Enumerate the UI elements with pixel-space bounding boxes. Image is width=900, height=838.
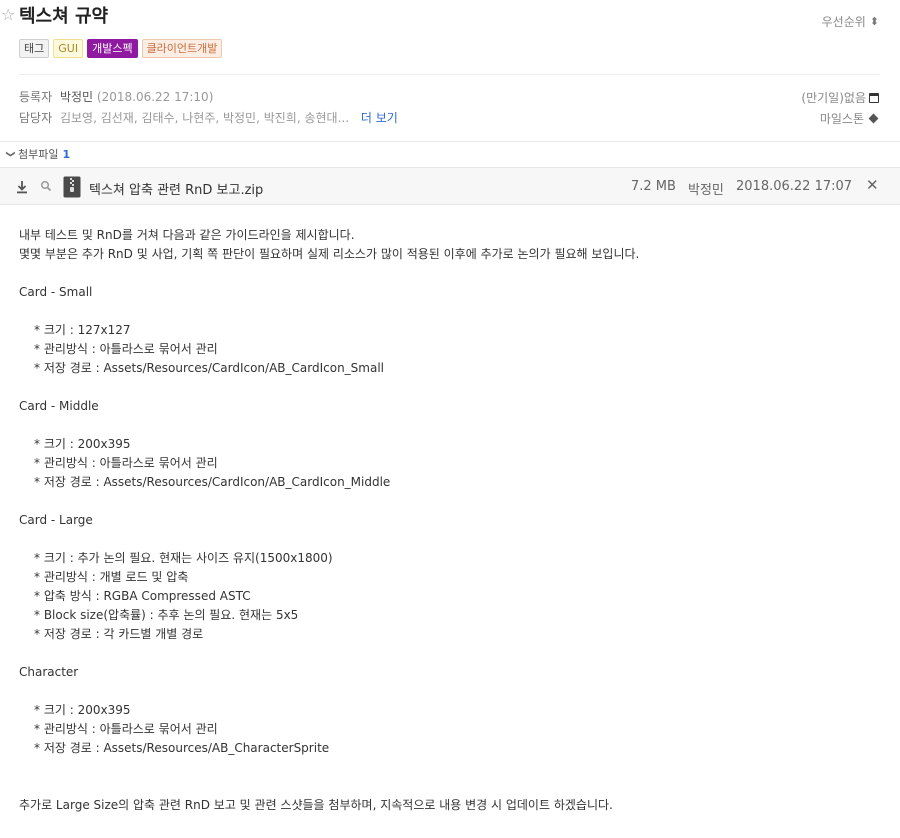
- divider: [19, 74, 880, 75]
- list-item: * Block size(압축률) : 추후 논의 필요. 현재는 5x5: [34, 608, 299, 622]
- list-item: * 관리방식 : 개별 로드 및 압축: [34, 570, 189, 584]
- chevron-down-icon: ❯: [5, 150, 15, 158]
- attachment-date: 2018.06.22 17:07: [736, 179, 853, 194]
- list-item: * 크기 : 200x395: [34, 437, 131, 451]
- registrant-label: 등록자: [19, 90, 53, 104]
- tag-chip[interactable]: 개발스펙: [87, 39, 138, 58]
- tag-list: 태그 GUI 개발스펙 클라이언트개발: [19, 39, 223, 58]
- body-text: 추가로 Large Size의 압축 관련 RnD 보고 및 관련 스샷들을 첨…: [19, 798, 613, 812]
- attachment-file-name[interactable]: 텍스쳐 압축 관련 RnD 보고.zip: [89, 179, 263, 198]
- list-item: * 크기 : 200x395: [34, 703, 131, 717]
- list-item: * 관리방식 : 아틀라스로 묶어서 관리: [34, 342, 218, 356]
- due-date-label: (만기일)없음: [801, 91, 866, 105]
- more-assignees-link[interactable]: 더 보기: [361, 111, 398, 125]
- divider: [0, 141, 900, 142]
- issue-body: 내부 테스트 및 RnD를 거쳐 다음과 같은 가이드라인을 제시합니다. 몇몇…: [19, 226, 879, 815]
- zip-file-icon: [63, 176, 81, 198]
- list-item: * 저장 경로 : Assets/Resources/CardIcon/AB_C…: [34, 361, 385, 375]
- body-text: 내부 테스트 및 RnD를 거쳐 다음과 같은 가이드라인을 제시합니다.: [19, 228, 355, 242]
- sort-arrows-icon: ⬍: [869, 15, 879, 28]
- download-icon[interactable]: [16, 180, 28, 194]
- body-text: 몇몇 부분은 추가 RnD 및 사업, 기획 쪽 판단이 필요하며 실제 리소스…: [19, 247, 640, 261]
- assignee-label: 담당자: [19, 111, 53, 125]
- attachment-count: 1: [62, 147, 71, 161]
- issue-detail: ☆ 텍스쳐 규약 우선순위 ⬍ 태그 GUI 개발스펙 클라이언트개발 등록자 …: [0, 0, 900, 838]
- due-date[interactable]: (만기일)없음: [801, 89, 879, 106]
- section-title: Card - Small: [19, 285, 93, 299]
- list-item: * 저장 경로 : Assets/Resources/AB_CharacterS…: [34, 741, 330, 755]
- list-item: * 크기 : 127x127: [34, 323, 131, 337]
- list-item: * 저장 경로 : 각 카드별 개별 경로: [34, 627, 204, 641]
- attachment-item: 텍스쳐 압축 관련 RnD 보고.zip 7.2 MB 박정민 2018.06.…: [0, 167, 900, 205]
- assignee-names: 김보영, 김선재, 김태수, 나현주, 박정민, 박진희, 송현대...: [59, 111, 350, 125]
- registrant-row: 등록자 박정민 (2018.06.22 17:10): [19, 89, 213, 105]
- tag-chip[interactable]: 태그: [19, 39, 50, 58]
- milestone[interactable]: 마일스톤: [820, 110, 879, 127]
- tag-chip[interactable]: 클라이언트개발: [141, 39, 223, 58]
- preview-search-icon[interactable]: [40, 180, 52, 192]
- list-item: * 압축 방식 : RGBA Compressed ASTC: [34, 589, 251, 603]
- assignee-row: 담당자 김보영, 김선재, 김태수, 나현주, 박정민, 박진희, 송현대...…: [19, 110, 398, 126]
- calendar-icon: [869, 92, 879, 103]
- milestone-label: 마일스톤: [819, 112, 864, 126]
- registered-date: (2018.06.22 17:10): [96, 90, 214, 104]
- list-item: * 저장 경로 : Assets/Resources/CardIcon/AB_C…: [34, 475, 391, 489]
- list-item: * 관리방식 : 아틀라스로 묶어서 관리: [34, 722, 218, 736]
- list-item: * 관리방식 : 아틀라스로 묶어서 관리: [34, 456, 218, 470]
- favorite-star-icon[interactable]: ☆: [1, 7, 15, 23]
- attachment-label: 첨부파일: [18, 148, 59, 161]
- registrant-name: 박정민: [59, 90, 94, 104]
- section-title: Card - Middle: [19, 399, 99, 413]
- attachment-file-size: 7.2 MB: [631, 179, 676, 194]
- priority-label: 우선순위: [821, 15, 866, 29]
- diamond-icon: [868, 113, 879, 124]
- list-item: * 크기 : 추가 논의 필요. 현재는 사이즈 유지(1500x1800): [34, 551, 333, 565]
- attachment-toggle[interactable]: ❯ 첨부파일 1: [5, 146, 71, 162]
- section-title: Card - Large: [19, 513, 93, 527]
- close-icon[interactable]: ✕: [866, 176, 879, 194]
- tag-chip[interactable]: GUI: [53, 39, 84, 58]
- section-title: Character: [19, 665, 79, 679]
- attachment-uploader: 박정민: [688, 183, 724, 198]
- priority-sort[interactable]: 우선순위 ⬍: [822, 13, 879, 30]
- page-title: 텍스쳐 규약: [19, 6, 109, 27]
